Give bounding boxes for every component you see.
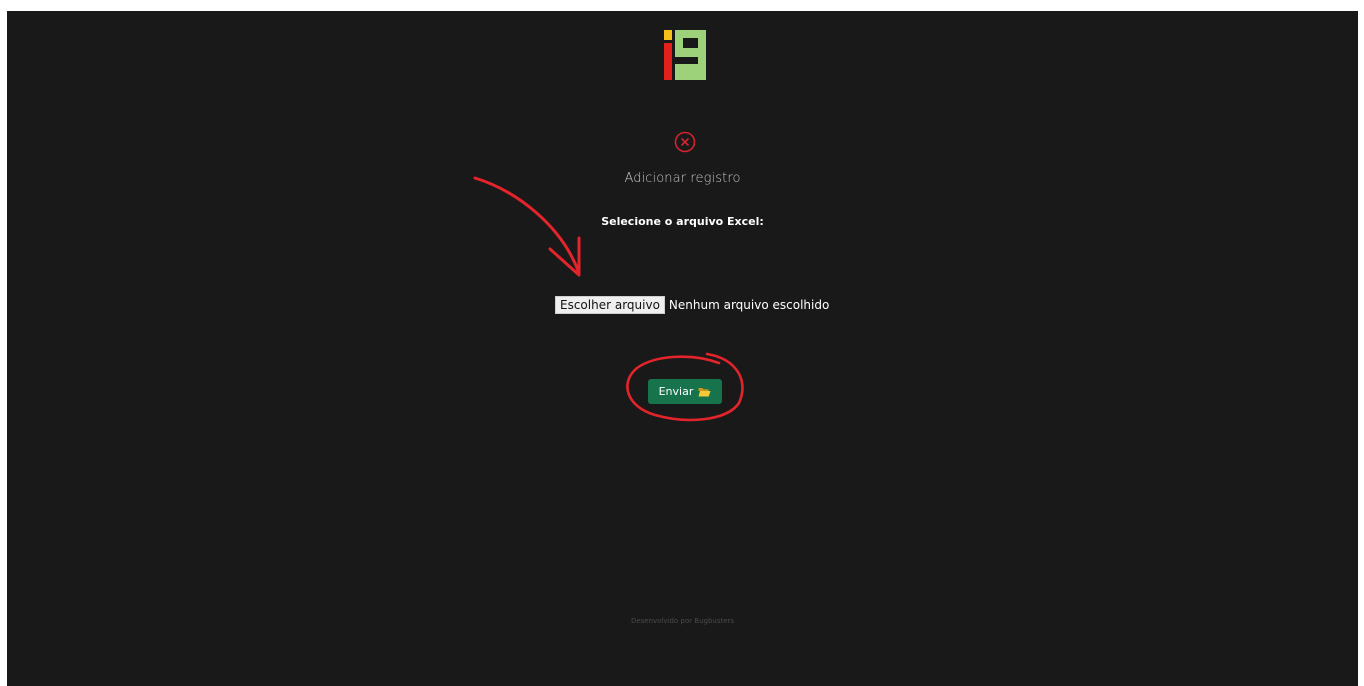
annotation-arrowhead: [548, 236, 581, 277]
modal-title: Adicionar registro: [624, 171, 741, 186]
choose-file-button[interactable]: Escolher arquivo: [555, 296, 665, 314]
file-prompt-label: Selecione o arquivo Excel:: [601, 215, 764, 228]
file-status-text: Nenhum arquivo escolhido: [668, 298, 830, 312]
annotation-overlay: [473, 176, 744, 422]
footer-credit: Desenvolvido por Bugbusters: [630, 617, 735, 625]
send-button-label: Enviar: [658, 385, 694, 398]
send-button[interactable]: Enviar: [648, 379, 722, 404]
close-circle-icon[interactable]: [674, 131, 696, 153]
file-input[interactable]: Escolher arquivo Nenhum arquivo escolhid…: [555, 296, 829, 314]
app-screen: Adicionar registro Selecione o arquivo E…: [7, 11, 1358, 686]
i9-logo: [664, 30, 706, 80]
open-folder-icon: [698, 387, 711, 396]
